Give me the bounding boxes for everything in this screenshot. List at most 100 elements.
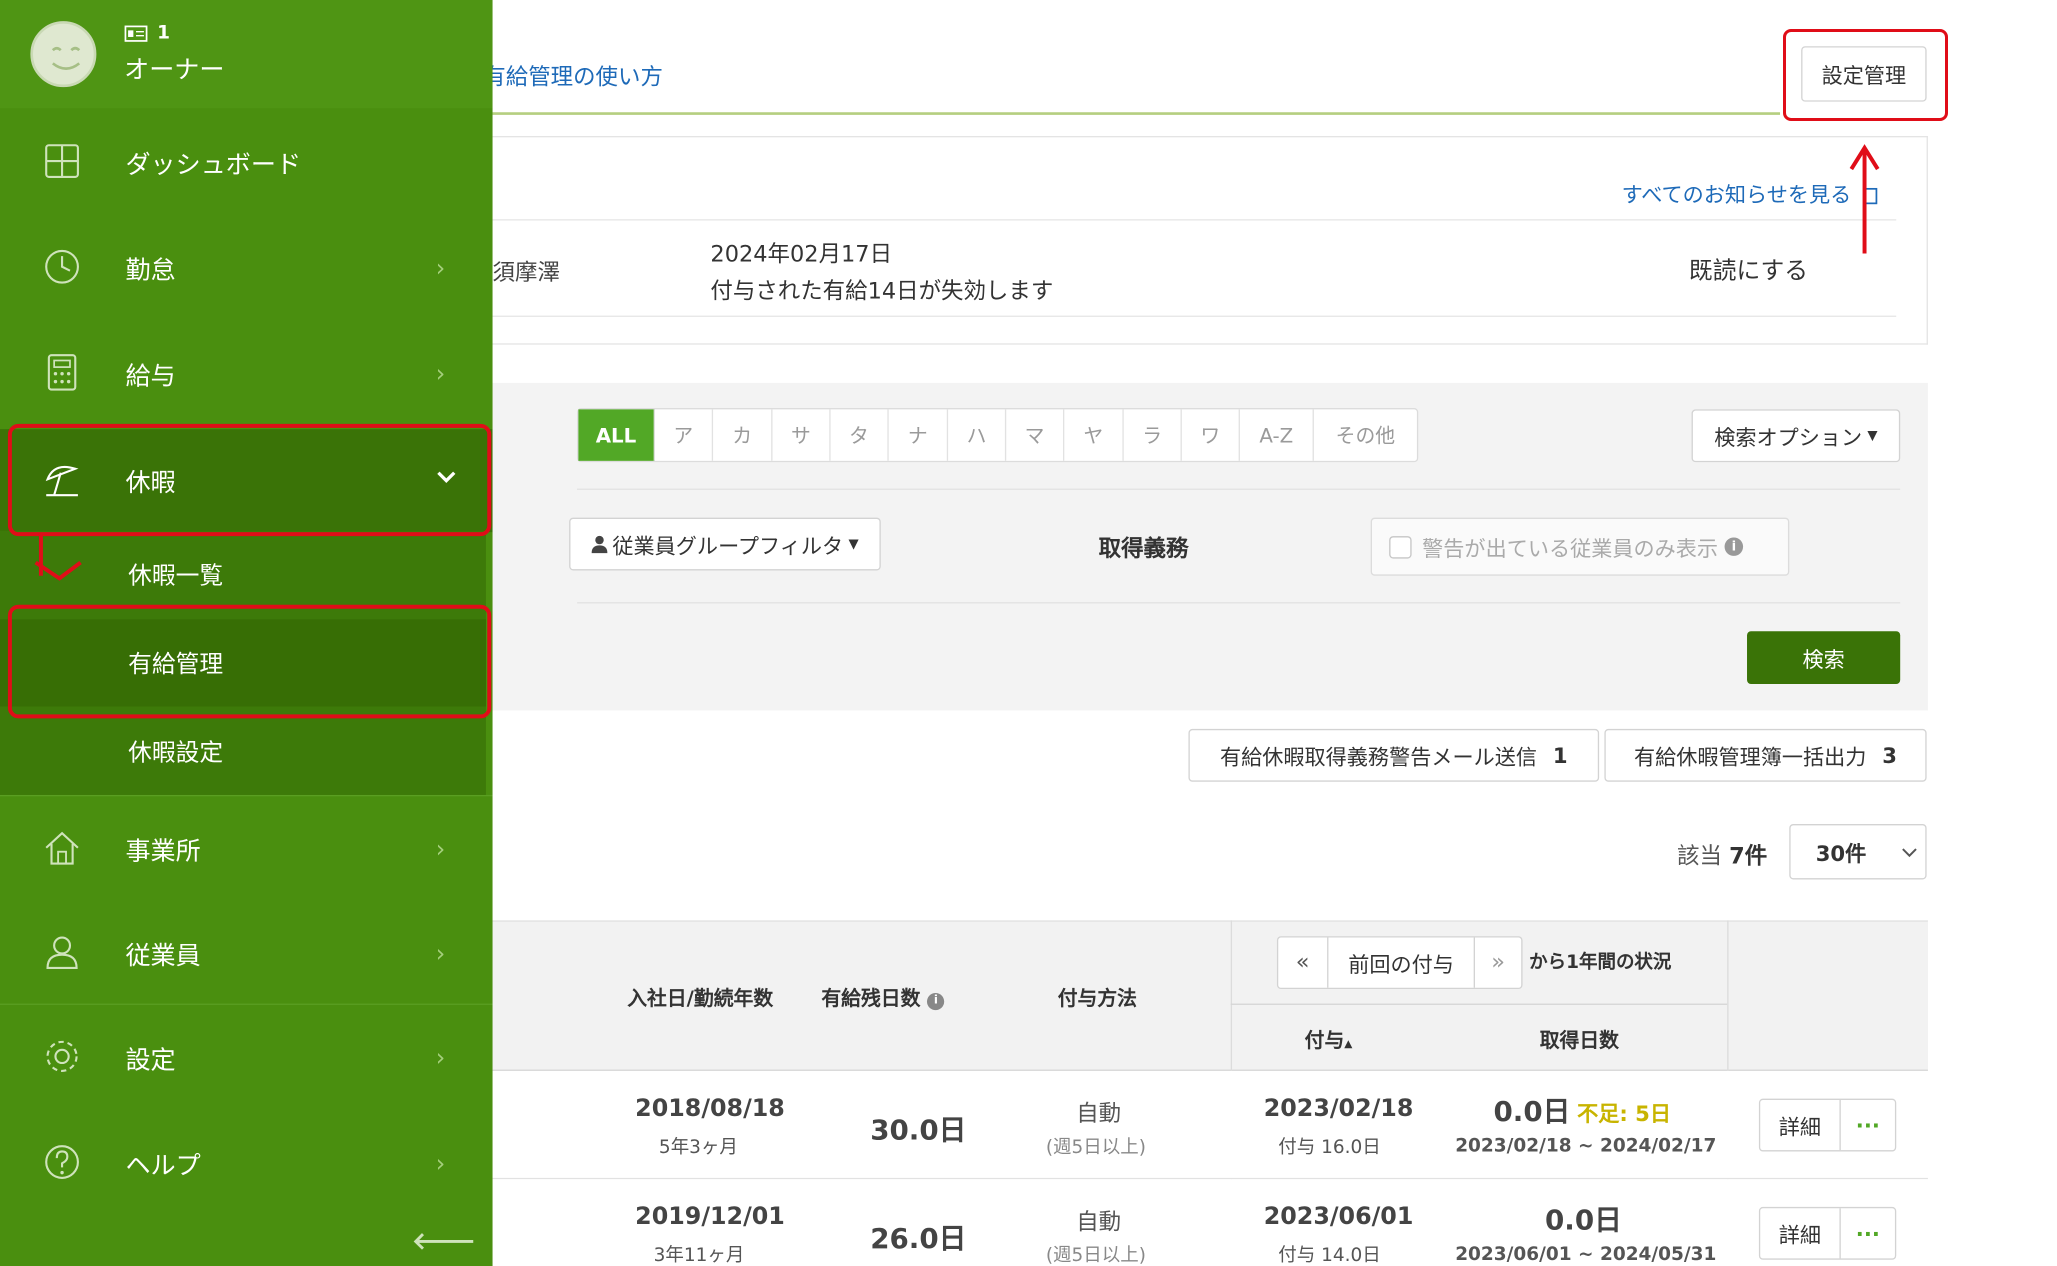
annotation-highlight-settings (1783, 29, 1948, 121)
warning-mail-button[interactable]: 有給休暇取得義務警告メール送信 1 (1188, 728, 1600, 782)
user-role: オーナー (124, 55, 225, 85)
status-period-label: から1年間の状況 (1529, 952, 1672, 974)
chevron-right-icon: › (435, 835, 446, 863)
per-page-select[interactable]: 30件 (1789, 823, 1927, 880)
kana-filter-0[interactable]: ALL (578, 409, 655, 461)
gear-icon (46, 1040, 78, 1072)
chevron-right-icon: › (435, 254, 446, 282)
collapse-sidebar-button[interactable]: 🡐 (412, 1228, 476, 1266)
warning-mail-label: 有給休暇取得義務警告メール送信 (1220, 744, 1537, 770)
home-icon (45, 831, 79, 865)
sidebar-divider (0, 794, 493, 797)
chevron-right-icon: › (435, 359, 446, 388)
kana-filter-10[interactable]: ワ (1182, 409, 1240, 461)
search-button[interactable]: 検索 (1747, 631, 1901, 685)
kana-filter-2[interactable]: カ (713, 409, 773, 461)
annotation-highlight-paid-leave (7, 604, 492, 719)
see-all-notices-link[interactable]: すべてのお知らせを見る (1622, 177, 1880, 209)
sidebar-item-attendance[interactable]: 勤怠 › (0, 217, 493, 320)
hire-date: 2019/12/01 (635, 1202, 785, 1231)
obligation-label: 取得義務 (1098, 536, 1189, 563)
more-options-button[interactable]: ··· (1841, 1100, 1895, 1150)
grant-method-note: (週5日以上) (1045, 1136, 1146, 1159)
kana-filter-5[interactable]: ナ (889, 409, 949, 461)
detail-button[interactable]: 詳細 (1760, 1099, 1841, 1151)
sidebar-item-label: 給与 (125, 361, 176, 391)
next-grant-button[interactable]: » (1473, 937, 1522, 988)
submenu-item-leave-settings[interactable]: 休暇設定 (0, 708, 486, 795)
sidebar-item-label: ダッシュボード (125, 149, 302, 179)
kana-filter-9[interactable]: ラ (1124, 409, 1182, 461)
notice-message: 付与された有給14日が失効します (710, 278, 1054, 306)
kana-filter-3[interactable]: サ (772, 409, 831, 461)
chevron-right-icon: › (435, 1149, 446, 1178)
more-options-button[interactable]: ··· (1841, 1208, 1895, 1258)
caret-down-icon: ▼ (1867, 428, 1878, 444)
column-header-taken: 取得日数 (1539, 1028, 1619, 1053)
grant-date: 2023/02/18 (1263, 1094, 1414, 1123)
warning-only-label: 警告が出ている従業員のみ表示 (1422, 536, 1718, 562)
notice-divider (492, 219, 1897, 221)
tenure: 3年11ヶ月 (653, 1245, 745, 1266)
sidebar-item-help[interactable]: ヘルプ › (0, 1112, 493, 1215)
warning-only-checkbox[interactable] (1389, 535, 1412, 558)
kana-filter-4[interactable]: タ (831, 409, 889, 461)
submenu-label: 休暇一覧 (128, 562, 224, 591)
info-icon: i (1724, 537, 1744, 556)
column-header-remaining: 有給残日数 i (821, 984, 945, 1012)
sidebar-item-dashboard[interactable]: ダッシュボード (0, 111, 493, 214)
warning-only-toggle[interactable]: 警告が出ている従業員のみ表示 i (1370, 517, 1790, 576)
remaining-days: 30.0日 (870, 1114, 967, 1147)
avatar (30, 21, 97, 88)
bulk-export-count: 3 (1882, 742, 1898, 768)
kana-filter-8[interactable]: ヤ (1064, 409, 1124, 461)
sidebar-item-settings[interactable]: 設定 › (0, 1006, 493, 1109)
kana-filter-6[interactable]: ハ (948, 409, 1007, 461)
grant-method-note: (週5日以上) (1045, 1245, 1146, 1266)
grant-days: 付与 14.0日 (1278, 1245, 1381, 1266)
result-count: 該当 7件 (1677, 843, 1768, 871)
warning-mail-count: 1 (1552, 742, 1568, 768)
kana-filter-7[interactable]: マ (1006, 409, 1065, 461)
column-header-grant[interactable]: 付与▲ (1305, 1026, 1353, 1054)
sidebar-item-payroll[interactable]: 給与 › (0, 322, 493, 425)
prev-grant-label[interactable]: 前回の付与 (1328, 938, 1473, 988)
taken-days: 0.0日 不足: 5日 (1493, 1096, 1671, 1128)
prev-grant-button[interactable]: « (1278, 937, 1329, 988)
help-link[interactable]: 有給管理の使い方 (483, 58, 663, 91)
kana-filter-11[interactable]: A-Z (1240, 409, 1314, 461)
sidebar-item-office[interactable]: 事業所 › (0, 798, 493, 901)
bulk-export-button[interactable]: 有給休暇管理簿一括出力 3 (1604, 728, 1927, 782)
hire-date: 2018/08/18 (635, 1094, 785, 1123)
grant-method: 自動 (1076, 1101, 1122, 1128)
annotation-arrow-up (1849, 144, 1880, 254)
grant-method: 自動 (1076, 1209, 1122, 1236)
per-page-value: 30件 (1815, 841, 1867, 867)
search-button-label: 検索 (1802, 647, 1845, 673)
detail-button[interactable]: 詳細 (1760, 1208, 1841, 1259)
column-header-hire-date: 入社日/勤続年数 (627, 986, 774, 1011)
notice-divider (492, 315, 1897, 317)
sidebar-divider (0, 1003, 493, 1005)
dashboard-icon (45, 144, 79, 179)
user-profile[interactable]: 1 オーナー (0, 0, 493, 109)
mark-read-button[interactable]: 既読にする (1689, 252, 1808, 286)
sidebar-item-employees[interactable]: 従業員 › (0, 902, 493, 1005)
column-header-method: 付与方法 (1057, 986, 1137, 1011)
kana-filter-12[interactable]: その他 (1314, 409, 1417, 460)
sidebar-item-label: 従業員 (125, 940, 201, 970)
bulk-export-label: 有給休暇管理簿一括出力 (1634, 744, 1867, 770)
notice-employee-name: 須摩澤 (492, 260, 560, 287)
header-divider (492, 112, 1781, 115)
chevron-down-icon (1902, 848, 1917, 858)
search-options-dropdown[interactable]: 検索オプション ▼ (1691, 409, 1901, 463)
sidebar-item-label: 設定 (125, 1045, 176, 1075)
user-badge-number: 1 (157, 22, 171, 44)
employee-group-filter[interactable]: 従業員グループフィルタ ▼ (569, 517, 881, 571)
kana-filter-1[interactable]: ア (655, 409, 714, 461)
annotation-highlight-leave (7, 423, 492, 537)
employee-group-filter-label: 従業員グループフィルタ (612, 533, 844, 559)
grant-date: 2023/06/01 (1263, 1202, 1414, 1231)
id-card-icon (124, 25, 148, 42)
grant-days: 付与 16.0日 (1278, 1136, 1381, 1159)
